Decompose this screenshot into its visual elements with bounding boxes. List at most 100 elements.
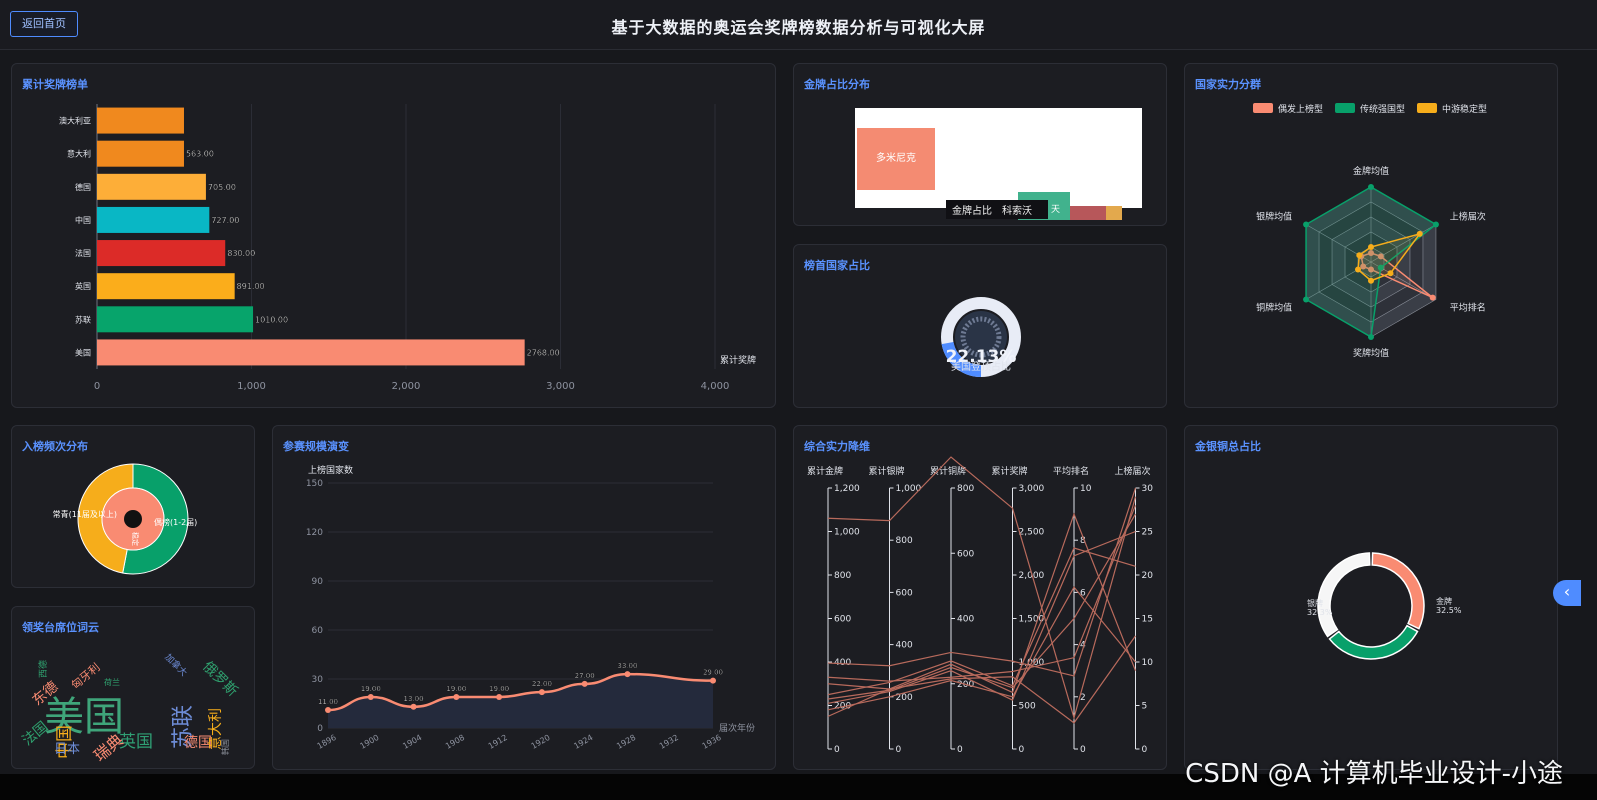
radar-axis-label: 上榜届次 <box>1450 211 1486 223</box>
legend-swatch <box>1253 103 1273 113</box>
parallel-tick-label: 600 <box>896 588 913 598</box>
y-tick-label: 德国 <box>75 182 91 192</box>
parallel-line <box>827 487 1137 677</box>
panel-title-medal-rank: 累计奖牌榜单 <box>22 78 88 91</box>
parallel-tick-label: 1,000 <box>896 484 922 494</box>
parallel-line <box>827 547 1136 696</box>
y-tick-label: 60 <box>312 626 324 636</box>
radar-point <box>1356 252 1363 259</box>
y-tick-label: 美国 <box>75 347 91 357</box>
treemap-label-extra: 天 <box>1051 205 1061 215</box>
treemap-cell-small-b[interactable] <box>1106 206 1122 220</box>
radar-point <box>1368 334 1374 340</box>
treemap-cell-dominica[interactable]: 多米尼克 <box>857 128 935 190</box>
panel-scale: 参赛规模演变 0 30 60 90 120 150 上榜国家数 届次年份 1896 1900 190… <box>272 425 776 770</box>
legend-label: 中游稳定型 <box>1442 103 1487 115</box>
data-point <box>538 689 545 696</box>
parallel-tick-label: 600 <box>834 615 851 625</box>
data-point <box>581 680 588 687</box>
parallel-tick-label: 1,200 <box>834 484 860 494</box>
y-tick-label: 意大利 <box>67 149 91 159</box>
panel-top-share: 榜首国家占比 22.13% 美国登顶占比 <box>793 244 1167 408</box>
parallel-tick-label: 800 <box>896 536 913 546</box>
medal-rank-chart: 0 1,000 2,000 3,000 4,000 累计奖牌 澳大利亚意大利德国中国法国英国… <box>59 104 756 392</box>
panel-title-dimred: 综合实力降维 <box>804 440 870 453</box>
parallel-tick-label: 500 <box>1019 702 1036 712</box>
parallel-tick-label: 30 <box>1142 484 1154 494</box>
donut-label: 银牌 <box>1307 598 1323 608</box>
radar-axis-label: 金牌均值 <box>1353 165 1389 177</box>
wordcloud-word: 加拿大 <box>162 651 190 679</box>
bar-value-label: 705.00 <box>208 183 236 192</box>
x-tick-label: 1928 <box>615 733 637 751</box>
wordcloud-word: 日本 <box>54 742 80 757</box>
x-tick-label: 1900 <box>358 733 380 751</box>
parallel-tick-label: 10 <box>1142 658 1154 668</box>
treemap-cell-small-a[interactable] <box>1070 206 1106 220</box>
legend-label: 传统强国型 <box>1360 103 1405 115</box>
parallel-axis-name: 累计金牌 <box>807 465 843 477</box>
bar-value-label: 1010.00 <box>255 315 288 324</box>
data-label: 22.00 <box>532 680 552 688</box>
panel-title-top-share: 榜首国家占比 <box>804 259 870 272</box>
collapse-panel-button[interactable]: ‹ <box>1553 580 1581 606</box>
x-axis-title: 届次年份 <box>719 722 755 734</box>
panel-wordcloud: 领奖台席位词云 美国 苏联 中国 英国 德国 法国 日本 瑞典 俄罗斯 东德 匈牙利 加拿大 意大利 西德… <box>11 606 255 769</box>
donut-label: 金牌 <box>1436 596 1452 606</box>
data-label: 33.00 <box>617 662 637 670</box>
x-tick-label: 1,000 <box>237 381 266 392</box>
panel-title-gold-share: 金牌占比分布 <box>804 78 870 91</box>
header: 返回首页 基于大数据的奥运会奖牌榜数据分析与可视化大屏 <box>0 0 1597 50</box>
parallel-tick-label: 600 <box>957 549 974 559</box>
area-fill <box>328 674 713 728</box>
radar-point <box>1368 277 1374 284</box>
x-tick-label: 2,000 <box>392 381 421 392</box>
x-tick-label: 3,000 <box>546 381 575 392</box>
panel-medal-mix: 金银铜总占比 金牌 32.5% 银牌 32.3% <box>1184 425 1558 770</box>
data-point <box>367 693 374 700</box>
gold-share-treemap[interactable]: 多米尼克 <box>855 108 1142 208</box>
panel-title-wordcloud: 领奖台席位词云 <box>22 621 99 634</box>
parallel-tick-label: 800 <box>957 484 974 494</box>
parallel-tick-label: 0 <box>896 745 902 755</box>
x-tick-label: 0 <box>94 381 100 392</box>
parallel-tick-label: 25 <box>1142 528 1153 538</box>
pie-label: 常青(11届及以上) <box>53 509 117 519</box>
parallel-tick-label: 0 <box>834 745 840 755</box>
parallel-tick-label: 0 <box>1019 745 1025 755</box>
radar-point <box>1432 221 1439 228</box>
y-tick-label: 澳大利亚 <box>59 116 91 126</box>
radar-point <box>1368 244 1374 250</box>
panel-freq: 入榜频次分布 常青(11届及以上) 偶榜(1-2届) 稳定 <box>11 425 255 588</box>
y-tick-label: 150 <box>306 479 323 489</box>
y-tick-label: 苏联 <box>75 314 91 324</box>
panel-medal-rank: 累计奖牌榜单 0 1,000 2,000 3,000 4,000 累计奖牌 澳大利亚 意大利德… <box>11 63 776 408</box>
x-tick-label: 1912 <box>487 733 509 751</box>
pie-label: 偶榜(1-2届) <box>154 517 197 527</box>
parallel-tick-label: 10 <box>1080 484 1092 494</box>
x-tick-label: 1896 <box>316 733 338 751</box>
x-tick-label: 1904 <box>401 733 423 751</box>
parallel-tick-label: 400 <box>896 641 913 651</box>
y-tick-label: 30 <box>312 675 324 685</box>
parallel-tick-label: 15 <box>1142 615 1153 625</box>
parallel-tick-label: 2,500 <box>1019 528 1045 538</box>
panel-cluster: 国家实力分群 偶发上榜型 传统强国型 中游稳定型 金牌均值 上榜届次 平均排名 奖牌均值 铜牌… <box>1184 63 1558 408</box>
parallel-tick-label: 0 <box>1080 745 1086 755</box>
y-tick-label: 90 <box>312 577 324 587</box>
radar-point <box>1387 270 1394 277</box>
x-tick-label: 1932 <box>658 733 680 751</box>
parallel-tick-label: 1,000 <box>834 528 860 538</box>
parallel-tick-label: 20 <box>1142 571 1154 581</box>
bar-value-label: 563.00 <box>186 150 214 159</box>
radar-axis-label: 铜牌均值 <box>1256 302 1292 314</box>
bar-value-label: 830.00 <box>227 249 255 258</box>
wordcloud-word: 韩国 <box>220 739 230 755</box>
data-label: 19.00 <box>489 685 509 693</box>
panel-title-medal-mix: 金银铜总占比 <box>1195 440 1261 453</box>
x-tick-label: 4,000 <box>701 381 730 392</box>
panel-title-cluster: 国家实力分群 <box>1195 78 1261 91</box>
legend-swatch <box>1417 103 1437 113</box>
page-title: 基于大数据的奥运会奖牌榜数据分析与可视化大屏 <box>611 18 986 37</box>
data-point <box>453 693 460 700</box>
